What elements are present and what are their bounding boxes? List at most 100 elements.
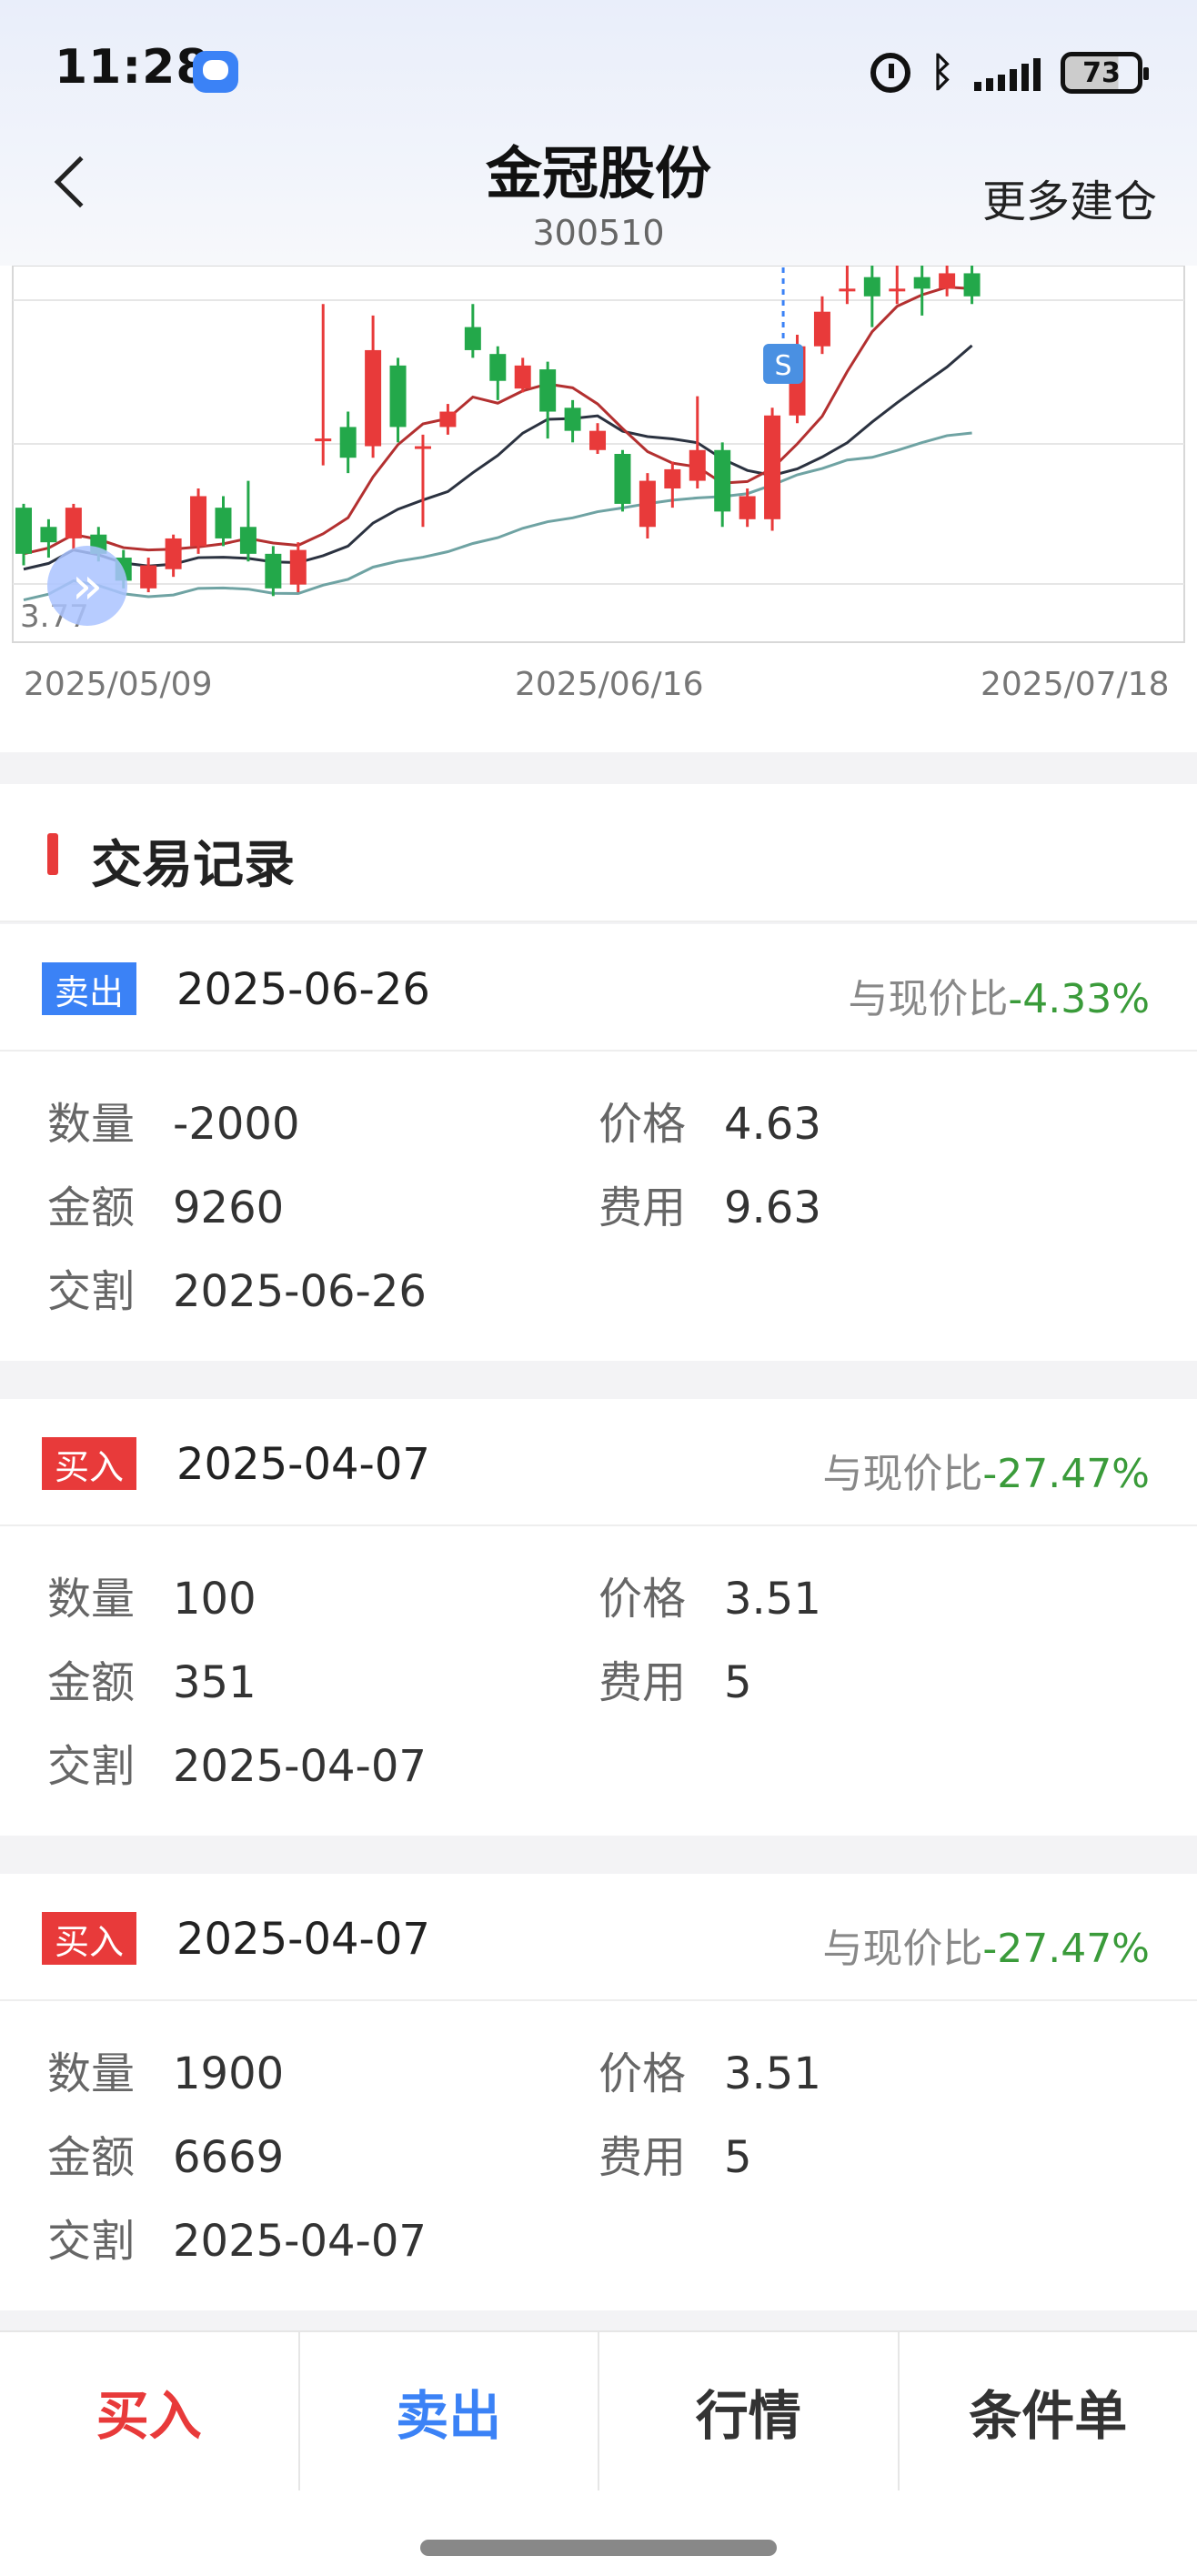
kline-svg: S [12,266,1185,643]
trade-date: 2025-04-07 [176,1439,430,1490]
candle-body [65,508,82,538]
settle-field: 交割 2025-04-07 [47,1730,427,1794]
section-accent [47,833,58,875]
record-body: 数量 100 价格 3.51 金额 351 费用 5 交割 2025-04-07 [0,1526,1197,1836]
settle-field: 交割 2025-04-07 [47,2205,427,2269]
candle-body [564,408,581,431]
amount-field: 金额 6669 [47,2121,284,2185]
sell-button[interactable]: 卖出 [300,2332,599,2490]
x-tick-label: 2025/07/18 [981,666,1170,703]
field-label: 数量 [47,1574,136,1625]
field-value: 6669 [173,2132,285,2183]
candle-body [539,369,557,412]
fee-field: 费用 5 [598,1646,752,1710]
candle-body [764,415,781,519]
candle-body [315,438,332,442]
trade-date: 2025-04-07 [176,1914,430,1965]
candle-body [714,449,731,512]
field-label: 价格 [598,1574,687,1625]
field-label: 数量 [47,1099,136,1150]
trade-record[interactable]: 买入 2025-04-07 与现价比-27.47% 数量 1900 价格 3.51 … [0,1874,1197,2310]
qty-field: 数量 1900 [47,2038,284,2101]
conditional-order-button[interactable]: 条件单 [900,2332,1197,2490]
double-chevron-right-icon[interactable]: » [47,546,127,626]
candle-body [389,365,407,428]
field-label: 金额 [47,1182,136,1233]
record-header: 卖出 2025-06-26 与现价比-4.33% [0,924,1197,1052]
more-positions-button[interactable]: 更多建仓 [982,166,1157,229]
battery-level: 73 [1082,56,1121,89]
field-label: 交割 [47,2216,136,2267]
candle-body [15,508,32,554]
home-indicator[interactable] [420,2540,777,2556]
candle-body [414,446,431,449]
kline-chart[interactable]: S 3.77 » 2025/05/09 2025/06/16 2025/07/1… [0,266,1197,752]
field-value: 4.63 [724,1099,821,1150]
x-tick-label: 2025/06/16 [515,666,704,703]
alarm-icon [870,53,910,93]
record-body: 数量 -2000 价格 4.63 金额 9260 费用 9.63 交割 2025-06-2… [0,1052,1197,1361]
field-value: 2025-04-07 [173,2216,427,2267]
bottom-safe-area [0,2490,1197,2576]
field-value: 9260 [173,1182,285,1233]
field-value: 3.51 [724,1574,821,1625]
compare-label: 与现价比 [848,976,1009,1022]
status-time: 11:28 [55,40,210,95]
trade-record[interactable]: 卖出 2025-06-26 与现价比-4.33% 数量 -2000 价格 4.63 … [0,924,1197,1361]
field-label: 交割 [47,1741,136,1792]
candle-body [489,354,507,381]
record-body: 数量 1900 价格 3.51 金额 6669 费用 5 交割 2025-04-07 [0,2001,1197,2310]
trade-type-badge: 卖出 [42,962,137,1015]
signal-icon [974,55,1041,91]
settle-field: 交割 2025-06-26 [47,1255,427,1319]
field-value: 351 [173,1657,256,1708]
status-icons: ᛒ 73 [870,47,1149,98]
trade-record[interactable]: 买入 2025-04-07 与现价比-27.47% 数量 100 价格 3.51 金… [0,1399,1197,1836]
field-label: 数量 [47,2048,136,2099]
field-label: 价格 [598,1099,687,1150]
price-field: 价格 3.51 [598,2038,821,2101]
status-bar: 11:28 ᛒ 73 [0,0,1197,136]
compare-label: 与现价比 [822,1926,983,1972]
field-value: 1900 [173,2048,285,2099]
top-bar: 11:28 ᛒ 73 金冠股份 300510 更多建仓 [0,0,1197,268]
candle-body [689,449,706,481]
candle-body [165,538,182,569]
candle-body [339,427,357,458]
field-value: 100 [173,1574,256,1625]
candle-body [140,565,157,589]
candle-body [664,468,681,489]
field-value: 9.63 [724,1182,821,1233]
section-title: 交易记录 [91,836,295,895]
candle-body [289,549,307,585]
field-label: 费用 [598,1657,687,1708]
trade-type-badge: 买入 [42,1912,137,1965]
price-field: 价格 4.63 [598,1088,821,1152]
amount-field: 金额 9260 [47,1172,284,1235]
ma20-line [23,431,972,601]
candle-body [614,454,631,504]
market-button[interactable]: 行情 [599,2332,900,2490]
bluetooth-icon: ᛒ [930,49,954,96]
field-value: 5 [724,1657,752,1708]
candle-body [939,273,956,289]
sell-marker-label: S [775,350,792,382]
compare-label: 与现价比 [822,1451,983,1497]
price-field: 价格 3.51 [598,1563,821,1626]
buy-button[interactable]: 买入 [0,2332,300,2490]
candle-body [913,277,930,289]
candle-body [464,327,481,350]
field-value: 2025-04-07 [173,1741,427,1792]
record-header: 买入 2025-04-07 与现价比-27.47% [0,1399,1197,1526]
trade-type-badge: 买入 [42,1437,137,1490]
price-compare: 与现价比-27.47% [822,1916,1150,1974]
candle-body [813,311,830,347]
candle-body [40,527,57,543]
price-compare: 与现价比-27.47% [822,1441,1150,1499]
candle-body [889,288,906,292]
candle-body [739,496,756,519]
message-icon [193,51,238,93]
compare-value: -27.47% [982,1926,1150,1972]
field-value: 2025-06-26 [173,1266,427,1317]
trade-records-header: 交易记录 [0,784,1197,922]
